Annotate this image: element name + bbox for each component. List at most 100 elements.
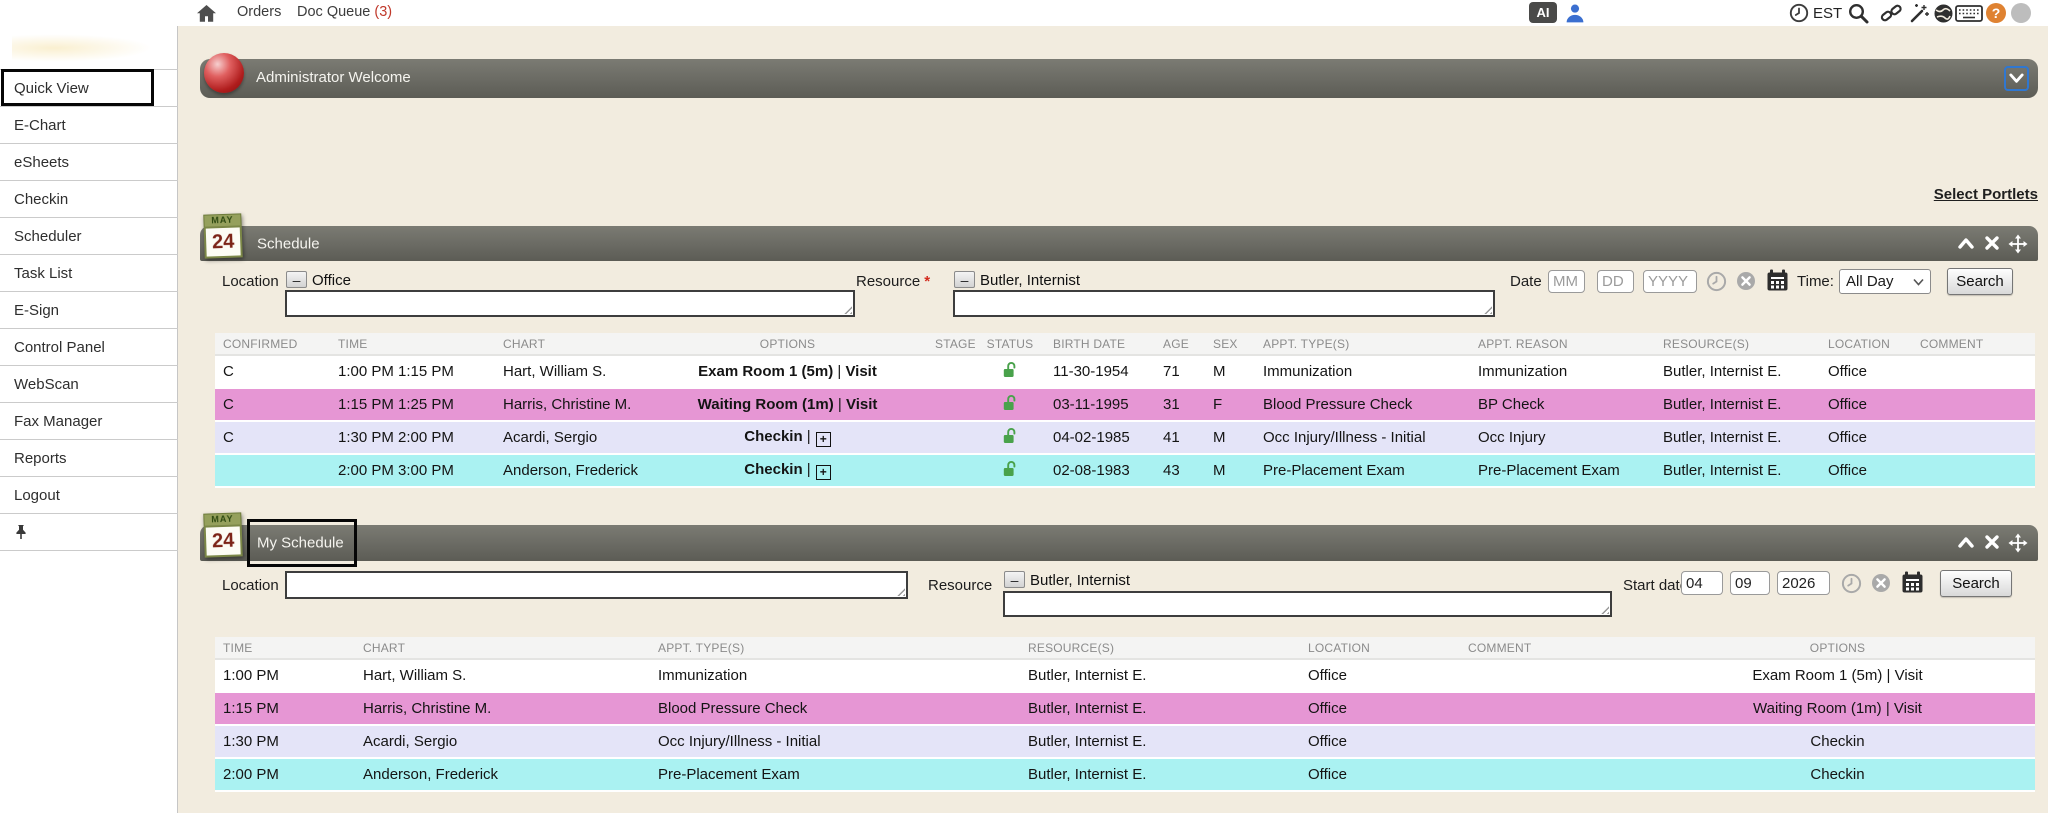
status-cell	[975, 355, 1045, 388]
sidebar-item-webscan[interactable]: WebScan	[0, 366, 178, 403]
calendar-picker-icon[interactable]	[1766, 268, 1789, 292]
date-day-input[interactable]	[1597, 270, 1634, 293]
time-picker-clock-icon[interactable]	[1841, 573, 1862, 594]
magic-wand-icon[interactable]	[1908, 2, 1931, 28]
globe-icon[interactable]	[1933, 3, 1954, 28]
location-input[interactable]	[285, 290, 855, 317]
close-portlet-icon[interactable]	[1983, 234, 2001, 254]
sidebar-item-e-sign[interactable]: E-Sign	[0, 292, 178, 329]
close-portlet-icon[interactable]	[1983, 533, 2001, 553]
doc-queue-link[interactable]: Doc Queue(3)	[297, 4, 392, 20]
welcome-expand-button[interactable]	[2004, 66, 2029, 91]
age-cell: 43	[1155, 454, 1205, 487]
my-schedule-row[interactable]: 1:00 PMHart, William S.ImmunizationButle…	[215, 659, 2035, 692]
remove-resource-button[interactable]: –	[954, 271, 975, 288]
schedule-row[interactable]: C1:00 PM 1:15 PMHart, William S.Exam Roo…	[215, 355, 2035, 388]
column-header: STATUS	[975, 333, 1045, 355]
start-date-month-input[interactable]	[1681, 571, 1723, 595]
my-location-input[interactable]	[285, 571, 908, 599]
sidebar: Quick ViewE-CharteSheetsCheckinScheduler…	[0, 26, 178, 813]
sidebar-item-esheets[interactable]: eSheets	[0, 144, 178, 181]
my-schedule-row[interactable]: 2:00 PMAnderson, FrederickPre-Placement …	[215, 758, 2035, 791]
option-link[interactable]: Visit	[846, 396, 877, 413]
move-portlet-icon[interactable]	[2008, 533, 2028, 553]
collapse-portlet-icon[interactable]	[1956, 533, 1976, 553]
option-link[interactable]: Visit	[1894, 700, 1922, 717]
sidebar-item-logout[interactable]: Logout	[0, 477, 178, 514]
my-schedule-search-button[interactable]: Search	[1940, 570, 2012, 597]
schedule-row[interactable]: C1:15 PM 1:25 PMHarris, Christine M.Wait…	[215, 388, 2035, 421]
unlocked-padlock-icon[interactable]	[1003, 361, 1018, 378]
option-link[interactable]: Checkin	[1810, 766, 1864, 783]
sidebar-item-quick-view[interactable]: Quick View	[0, 70, 178, 107]
option-link[interactable]: Waiting Room (1m)	[698, 396, 834, 413]
start-date-day-input[interactable]	[1730, 571, 1770, 595]
time-label: Time:	[1797, 273, 1834, 290]
my-resource-input[interactable]	[1003, 591, 1612, 617]
timezone-clock-icon[interactable]	[1789, 3, 1809, 27]
start-date-year-input[interactable]	[1777, 571, 1830, 595]
home-icon[interactable]	[196, 4, 217, 27]
option-link[interactable]: Exam Room 1 (5m)	[698, 363, 833, 380]
doc-queue-count-badge: (3)	[374, 4, 392, 20]
sidebar-item-reports[interactable]: Reports	[0, 440, 178, 477]
ai-badge[interactable]: AI	[1529, 2, 1557, 23]
option-link[interactable]: Checkin	[1810, 733, 1864, 750]
keyboard-icon[interactable]	[1955, 3, 1983, 28]
comment-cell	[1912, 355, 2035, 388]
sidebar-item-e-chart[interactable]: E-Chart	[0, 107, 178, 144]
comment-cell	[1912, 421, 2035, 454]
option-link[interactable]: Visit	[1895, 667, 1923, 684]
resource-input[interactable]	[953, 290, 1495, 317]
time-select[interactable]: All Day	[1839, 269, 1931, 294]
status-sphere-icon	[204, 53, 244, 93]
date-year-input[interactable]	[1643, 270, 1697, 293]
select-portlets-link[interactable]: Select Portlets	[1934, 186, 2038, 203]
remove-location-button[interactable]: –	[286, 271, 307, 288]
schedule-row[interactable]: 2:00 PM 3:00 PMAnderson, FrederickChecki…	[215, 454, 2035, 487]
age-cell: 71	[1155, 355, 1205, 388]
search-icon[interactable]	[1847, 2, 1870, 29]
option-link[interactable]: Visit	[845, 363, 876, 380]
sidebar-item-task-list[interactable]: Task List	[0, 255, 178, 292]
my-schedule-table: TIMECHARTAPPT. TYPE(S)RESOURCE(S)LOCATIO…	[215, 637, 2035, 792]
link-icon[interactable]	[1880, 3, 1903, 28]
expand-plus-icon[interactable]: +	[816, 432, 831, 447]
column-header: CHART	[495, 333, 640, 355]
option-link[interactable]: Checkin	[744, 461, 802, 478]
option-link[interactable]: Waiting Room (1m)	[1753, 700, 1882, 717]
schedule-search-button[interactable]: Search	[1947, 268, 2013, 295]
my-schedule-row[interactable]: 1:30 PMAcardi, SergioOcc Injury/Illness …	[215, 725, 2035, 758]
clear-date-icon[interactable]	[1736, 271, 1756, 291]
help-icon[interactable]: ?	[1986, 3, 2006, 23]
unlocked-padlock-icon[interactable]	[1003, 427, 1018, 444]
option-link[interactable]: Checkin	[744, 428, 802, 445]
sidebar-item-scheduler[interactable]: Scheduler	[0, 218, 178, 255]
location-cell: Office	[1820, 421, 1912, 454]
unlocked-padlock-icon[interactable]	[1003, 460, 1018, 477]
sidebar-item-control-panel[interactable]: Control Panel	[0, 329, 178, 366]
clear-date-icon[interactable]	[1871, 573, 1891, 593]
expand-plus-icon[interactable]: +	[816, 465, 831, 480]
time-cell: 1:30 PM	[215, 725, 355, 758]
column-header: APPT. TYPE(S)	[650, 637, 1020, 659]
move-portlet-icon[interactable]	[2008, 234, 2028, 254]
user-icon[interactable]	[1564, 2, 1586, 28]
pin-sidebar-icon[interactable]	[14, 524, 28, 540]
sidebar-item-checkin[interactable]: Checkin	[0, 181, 178, 218]
time-cell: 2:00 PM 3:00 PM	[330, 454, 495, 487]
unlocked-padlock-icon[interactable]	[1003, 394, 1018, 411]
time-picker-clock-icon[interactable]	[1706, 271, 1727, 292]
calendar-picker-icon[interactable]	[1901, 570, 1924, 594]
sidebar-item-fax-manager[interactable]: Fax Manager	[0, 403, 178, 440]
chart-cell: Acardi, Sergio	[355, 725, 650, 758]
option-link[interactable]: Exam Room 1 (5m)	[1752, 667, 1882, 684]
schedule-row[interactable]: C1:30 PM 2:00 PMAcardi, SergioCheckin |+…	[215, 421, 2035, 454]
collapse-portlet-icon[interactable]	[1956, 234, 1976, 254]
my-schedule-row[interactable]: 1:15 PMHarris, Christine M.Blood Pressur…	[215, 692, 2035, 725]
birth-date-cell: 02-08-1983	[1045, 454, 1155, 487]
orders-link[interactable]: Orders	[237, 4, 281, 20]
options-cell: Checkin |+	[640, 421, 935, 454]
remove-resource-button[interactable]: –	[1004, 571, 1025, 588]
date-month-input[interactable]	[1548, 270, 1585, 293]
